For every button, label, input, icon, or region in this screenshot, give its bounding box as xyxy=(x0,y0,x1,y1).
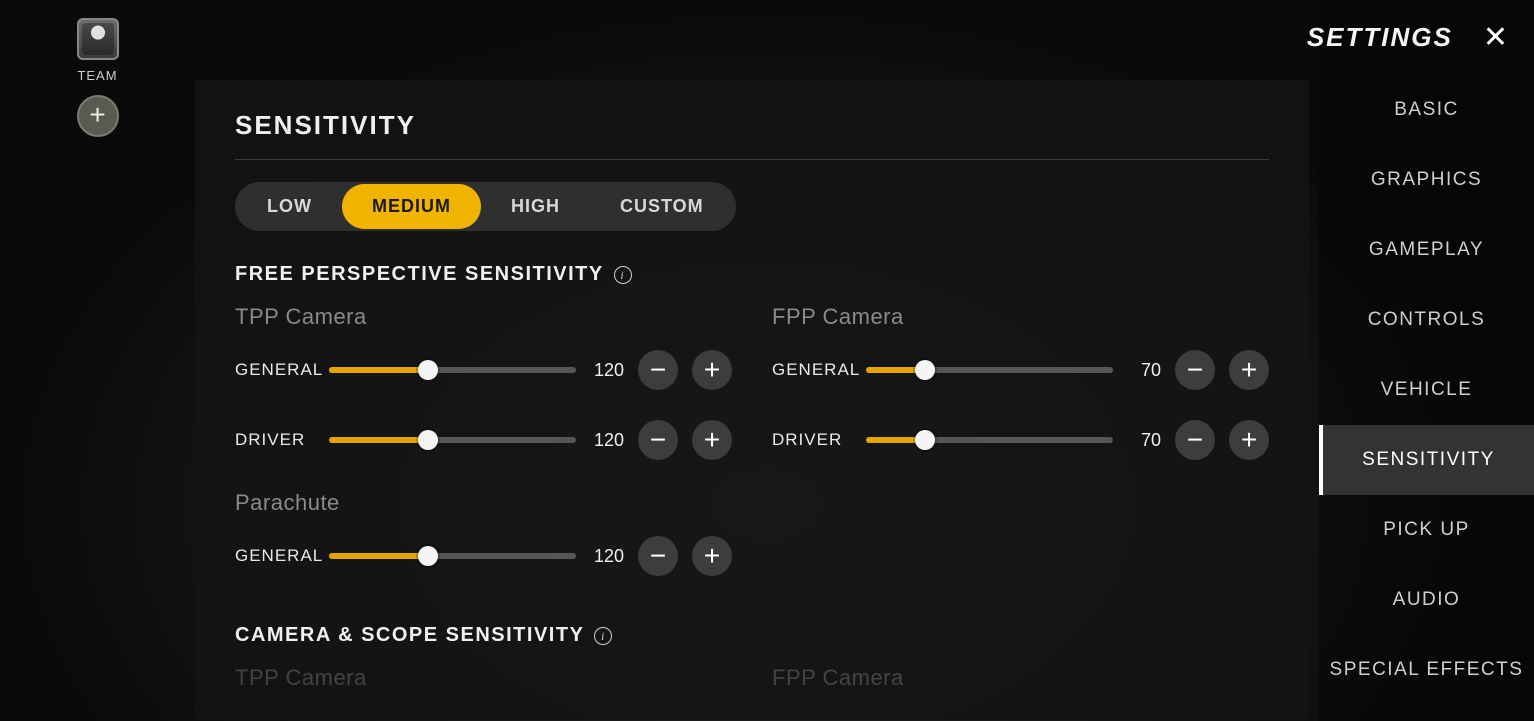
fpp-column: FPP Camera GENERAL 70 − + DRIVER xyxy=(772,304,1269,606)
fpp-general-minus[interactable]: − xyxy=(1175,350,1215,390)
tpp-general-minus[interactable]: − xyxy=(638,350,678,390)
tpp-general-value: 120 xyxy=(590,360,624,381)
sensitivity-panel: SENSITIVITY LOW MEDIUM HIGH CUSTOM FREE … xyxy=(195,80,1309,720)
fpp-driver-slider[interactable] xyxy=(866,437,1113,443)
panel-title: SENSITIVITY xyxy=(235,110,1269,160)
settings-title: SETTINGS xyxy=(1307,22,1453,53)
team-avatar[interactable] xyxy=(77,18,119,60)
parachute-title: Parachute xyxy=(235,490,732,516)
section-camera-scope: CAMERA & SCOPE SENSITIVITY i xyxy=(235,624,1269,647)
preset-low[interactable]: LOW xyxy=(237,184,342,229)
fpp-driver-plus[interactable]: + xyxy=(1229,420,1269,460)
section-free-perspective: FREE PERSPECTIVE SENSITIVITY i xyxy=(235,263,1269,286)
tpp-general-label: GENERAL xyxy=(235,360,315,380)
tpp-driver-label: DRIVER xyxy=(235,430,315,450)
info-icon[interactable]: i xyxy=(614,266,632,284)
add-teammate-button[interactable]: + xyxy=(77,95,119,137)
nav-graphics[interactable]: GRAPHICS xyxy=(1319,145,1534,215)
preset-medium[interactable]: MEDIUM xyxy=(342,184,481,229)
fpp-driver-value: 70 xyxy=(1127,430,1161,451)
settings-nav: SETTINGS ✕ BASIC GRAPHICS GAMEPLAY CONTR… xyxy=(1319,0,1534,721)
main-area: SENSITIVITY LOW MEDIUM HIGH CUSTOM FREE … xyxy=(195,0,1319,721)
parachute-general-row: GENERAL 120 − + xyxy=(235,536,732,576)
nav-sensitivity[interactable]: SENSITIVITY xyxy=(1319,425,1534,495)
left-team-column: TEAM + xyxy=(0,0,195,721)
section-camera-scope-label: CAMERA & SCOPE SENSITIVITY xyxy=(235,624,584,647)
parachute-general-minus[interactable]: − xyxy=(638,536,678,576)
fpp-camera-title-2: FPP Camera xyxy=(772,665,1269,691)
fpp-camera-title: FPP Camera xyxy=(772,304,1269,330)
nav-special-effects[interactable]: SPECIAL EFFECTS xyxy=(1319,635,1534,705)
fpp-general-value: 70 xyxy=(1127,360,1161,381)
fpp-general-slider[interactable] xyxy=(866,367,1113,373)
fpp-general-plus[interactable]: + xyxy=(1229,350,1269,390)
preset-custom[interactable]: CUSTOM xyxy=(590,184,734,229)
team-label: TEAM xyxy=(77,68,117,83)
tpp-general-row: GENERAL 120 − + xyxy=(235,350,732,390)
tpp-camera-title: TPP Camera xyxy=(235,304,732,330)
preset-high[interactable]: HIGH xyxy=(481,184,590,229)
nav-gameplay[interactable]: GAMEPLAY xyxy=(1319,215,1534,285)
close-icon[interactable]: ✕ xyxy=(1483,23,1508,53)
tpp-driver-minus[interactable]: − xyxy=(638,420,678,460)
fpp-general-label: GENERAL xyxy=(772,360,852,380)
nav-audio[interactable]: AUDIO xyxy=(1319,565,1534,635)
parachute-general-value: 120 xyxy=(590,546,624,567)
fpp-general-row: GENERAL 70 − + xyxy=(772,350,1269,390)
tpp-general-slider[interactable] xyxy=(329,367,576,373)
fpp-driver-row: DRIVER 70 − + xyxy=(772,420,1269,460)
parachute-general-plus[interactable]: + xyxy=(692,536,732,576)
nav-pickup[interactable]: PICK UP xyxy=(1319,495,1534,565)
fpp-driver-minus[interactable]: − xyxy=(1175,420,1215,460)
tpp-camera-title-2: TPP Camera xyxy=(235,665,732,691)
nav-controls[interactable]: CONTROLS xyxy=(1319,285,1534,355)
parachute-general-label: GENERAL xyxy=(235,546,315,566)
tpp-driver-value: 120 xyxy=(590,430,624,451)
parachute-general-slider[interactable] xyxy=(329,553,576,559)
tpp-driver-row: DRIVER 120 − + xyxy=(235,420,732,460)
nav-vehicle[interactable]: VEHICLE xyxy=(1319,355,1534,425)
preset-group: LOW MEDIUM HIGH CUSTOM xyxy=(235,182,736,231)
fpp-driver-label: DRIVER xyxy=(772,430,852,450)
nav-basic[interactable]: BASIC xyxy=(1319,75,1534,145)
tpp-driver-plus[interactable]: + xyxy=(692,420,732,460)
section-free-perspective-label: FREE PERSPECTIVE SENSITIVITY xyxy=(235,263,604,286)
tpp-general-plus[interactable]: + xyxy=(692,350,732,390)
tpp-driver-slider[interactable] xyxy=(329,437,576,443)
tpp-column: TPP Camera GENERAL 120 − + DRIVER xyxy=(235,304,732,606)
info-icon[interactable]: i xyxy=(594,627,612,645)
